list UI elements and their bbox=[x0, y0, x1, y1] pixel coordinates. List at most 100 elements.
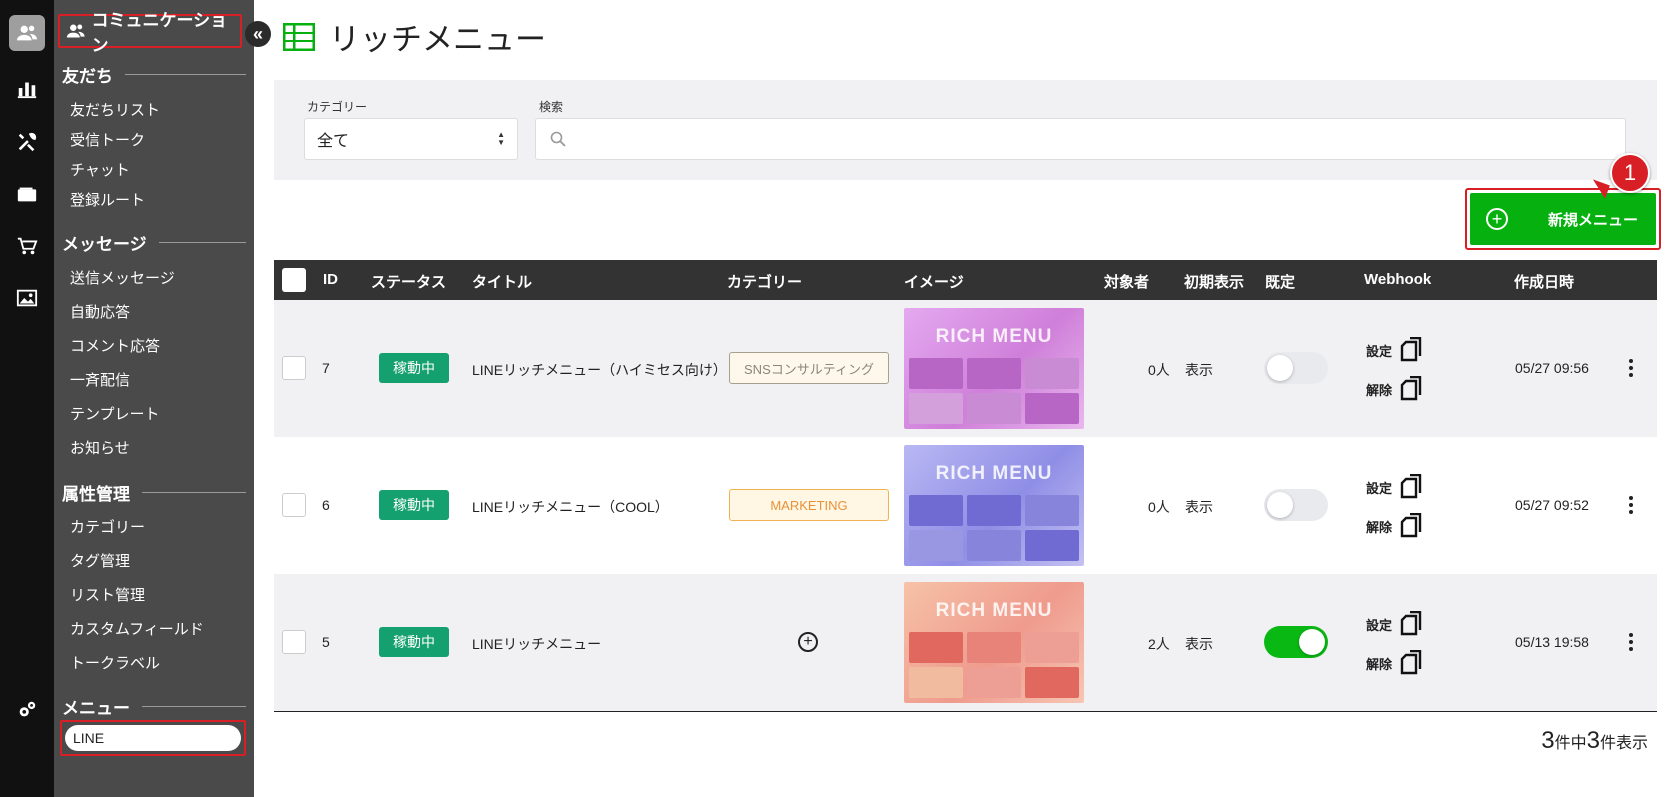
row-target: 2人 bbox=[1148, 636, 1170, 652]
sidebar-item-custom-fields[interactable]: カスタムフィールド bbox=[70, 618, 204, 639]
search-field[interactable] bbox=[535, 118, 1626, 160]
column-header-category[interactable]: カテゴリー bbox=[727, 271, 802, 292]
more-options-icon[interactable] bbox=[1628, 495, 1634, 514]
table-row: 7 稼動中 LINEリッチメニュー（ハイミセス向け） SNSコンサルティング R… bbox=[274, 300, 1657, 437]
rich-menu-thumbnail[interactable]: RICH MENU bbox=[904, 445, 1084, 566]
row-initial-display: 表示 bbox=[1185, 499, 1213, 515]
image-icon[interactable] bbox=[9, 280, 45, 316]
column-header-webhook: Webhook bbox=[1364, 271, 1432, 288]
result-count: 3件中3件表示 bbox=[1541, 727, 1648, 754]
users-icon[interactable] bbox=[9, 15, 45, 51]
sidebar-item-broadcast[interactable]: 一斉配信 bbox=[70, 369, 130, 390]
row-title[interactable]: LINEリッチメニュー（ハイミセス向け） bbox=[472, 360, 727, 380]
search-input[interactable] bbox=[576, 119, 1625, 159]
table-row: 6 稼動中 LINEリッチメニュー（COOL） MARKETING RICH M… bbox=[274, 437, 1657, 574]
webhook-set[interactable]: 設定 bbox=[1366, 611, 1422, 637]
row-target: 0人 bbox=[1148, 499, 1170, 515]
search-icon bbox=[550, 131, 566, 147]
row-created-at: 05/13 19:58 bbox=[1515, 634, 1589, 650]
category-select[interactable]: 全て ▲ ▼ bbox=[304, 118, 518, 160]
webhook-set[interactable]: 設定 bbox=[1366, 474, 1422, 500]
section-attributes: 属性管理 bbox=[62, 480, 246, 505]
webhook-unset[interactable]: 解除 bbox=[1366, 376, 1422, 402]
sidebar-item-tags[interactable]: タグ管理 bbox=[70, 550, 130, 571]
column-header-target[interactable]: 対象者 bbox=[1104, 271, 1149, 292]
column-header-status[interactable]: ステータス bbox=[371, 271, 446, 292]
sidebar-item-sent-messages[interactable]: 送信メッセージ bbox=[70, 267, 175, 288]
new-menu-button-label: 新規メニュー bbox=[1548, 211, 1639, 229]
wallet-icon[interactable] bbox=[9, 176, 45, 212]
default-toggle[interactable] bbox=[1264, 626, 1328, 658]
table-icon bbox=[283, 22, 315, 51]
select-all-checkbox[interactable] bbox=[282, 268, 306, 292]
row-initial-display: 表示 bbox=[1185, 362, 1213, 378]
add-category-icon[interactable]: + bbox=[798, 632, 818, 652]
rich-menu-thumbnail[interactable]: RICH MENU bbox=[904, 582, 1084, 703]
row-id: 5 bbox=[322, 634, 330, 650]
sidebar-item-templates[interactable]: テンプレート bbox=[70, 403, 160, 424]
table-row: 5 稼動中 LINEリッチメニュー + RICH MENU 2人 表示 設定 解… bbox=[274, 574, 1657, 711]
copy-icon bbox=[1400, 474, 1422, 499]
sidebar: コミュニケーション 友だち 友だちリスト 受信トーク チャット 登録ルート メッ… bbox=[54, 0, 254, 797]
row-checkbox[interactable] bbox=[282, 356, 306, 380]
filter-panel: カテゴリー 全て ▲ ▼ 検索 bbox=[274, 80, 1657, 180]
default-toggle[interactable] bbox=[1264, 489, 1328, 521]
search-label: 検索 bbox=[539, 100, 564, 114]
column-header-created[interactable]: 作成日時 bbox=[1514, 271, 1574, 292]
status-badge: 稼動中 bbox=[379, 353, 449, 383]
row-created-at: 05/27 09:56 bbox=[1515, 360, 1589, 376]
rich-menu-thumbnail[interactable]: RICH MENU bbox=[904, 308, 1084, 429]
webhook-unset[interactable]: 解除 bbox=[1366, 650, 1422, 676]
webhook-set[interactable]: 設定 bbox=[1366, 337, 1422, 363]
copy-icon bbox=[1400, 611, 1422, 636]
sidebar-title[interactable]: コミュニケーション bbox=[58, 11, 242, 55]
sidebar-item-chat[interactable]: チャット bbox=[70, 159, 130, 180]
category-tag: MARKETING bbox=[729, 489, 889, 521]
sidebar-item-registration-route[interactable]: 登録ルート bbox=[70, 189, 145, 210]
sidebar-item-line[interactable]: LINE bbox=[65, 725, 241, 751]
column-header-image: イメージ bbox=[904, 274, 964, 291]
table-header: ID ステータス タイトル カテゴリー イメージ 対象者 初期表示 既定 Web… bbox=[274, 260, 1657, 300]
gears-icon[interactable] bbox=[9, 692, 45, 728]
users-icon bbox=[66, 24, 85, 38]
collapse-sidebar-button[interactable]: « bbox=[245, 21, 271, 47]
row-id: 6 bbox=[322, 497, 330, 513]
sidebar-item-categories[interactable]: カテゴリー bbox=[70, 516, 145, 537]
new-menu-button[interactable]: + 新規メニュー bbox=[1470, 193, 1656, 245]
default-toggle[interactable] bbox=[1264, 352, 1328, 384]
tools-icon[interactable] bbox=[9, 124, 45, 160]
category-filter-label: カテゴリー bbox=[307, 100, 368, 114]
webhook-unset[interactable]: 解除 bbox=[1366, 513, 1422, 539]
cart-icon[interactable] bbox=[9, 228, 45, 264]
step-callout-badge: 1 bbox=[1610, 153, 1650, 193]
sidebar-item-notices[interactable]: お知らせ bbox=[70, 437, 130, 458]
sidebar-item-talk-labels[interactable]: トークラベル bbox=[70, 652, 160, 673]
copy-icon bbox=[1400, 650, 1422, 675]
icon-rail bbox=[0, 0, 54, 797]
page-title-label: リッチメニュー bbox=[329, 22, 546, 57]
row-title[interactable]: LINEリッチメニュー（COOL） bbox=[472, 497, 669, 517]
row-title[interactable]: LINEリッチメニュー bbox=[472, 634, 601, 654]
column-header-initial-display[interactable]: 初期表示 bbox=[1184, 271, 1244, 292]
sidebar-item-friends-list[interactable]: 友だちリスト bbox=[70, 99, 160, 120]
sidebar-item-received-talk[interactable]: 受信トーク bbox=[70, 129, 145, 150]
category-tag: SNSコンサルティング bbox=[729, 352, 889, 384]
row-id: 7 bbox=[322, 360, 330, 376]
sidebar-item-auto-reply[interactable]: 自動応答 bbox=[70, 301, 130, 322]
row-checkbox[interactable] bbox=[282, 493, 306, 517]
row-checkbox[interactable] bbox=[282, 630, 306, 654]
more-options-icon[interactable] bbox=[1628, 358, 1634, 377]
column-header-id[interactable]: ID bbox=[323, 271, 338, 288]
select-arrows-icon: ▲ ▼ bbox=[497, 130, 505, 147]
section-messages: メッセージ bbox=[62, 230, 246, 255]
column-header-title[interactable]: タイトル bbox=[472, 271, 532, 292]
row-created-at: 05/27 09:52 bbox=[1515, 497, 1589, 513]
row-initial-display: 表示 bbox=[1185, 636, 1213, 652]
sidebar-item-lists[interactable]: リスト管理 bbox=[70, 584, 145, 605]
chart-icon[interactable] bbox=[9, 70, 45, 106]
copy-icon bbox=[1400, 376, 1422, 401]
sidebar-item-comment-reply[interactable]: コメント応答 bbox=[70, 335, 160, 356]
column-header-default[interactable]: 既定 bbox=[1265, 271, 1295, 292]
copy-icon bbox=[1400, 513, 1422, 538]
more-options-icon[interactable] bbox=[1628, 632, 1634, 651]
